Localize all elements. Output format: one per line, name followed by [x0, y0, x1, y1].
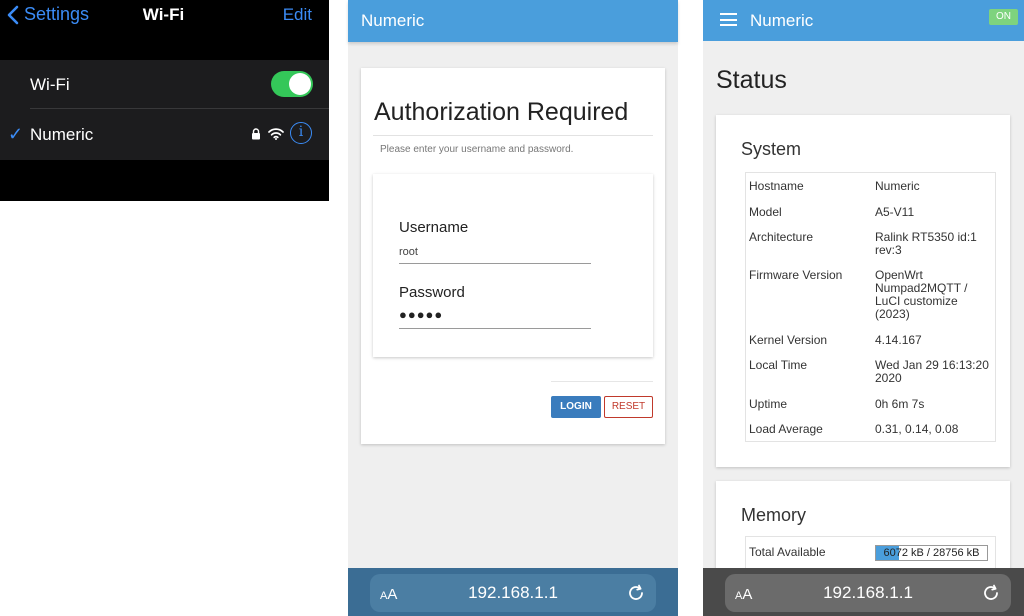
reload-icon[interactable]	[626, 583, 646, 603]
wifi-toggle[interactable]	[271, 71, 313, 97]
memory-progress-bar: 6072 kB / 28756 kB	[875, 545, 988, 561]
brand-title[interactable]: Numeric	[361, 11, 424, 31]
page-title: Authorization Required	[374, 98, 629, 126]
wifi-label: Wi-Fi	[30, 75, 70, 94]
address-bar[interactable]: AA 192.168.1.1	[370, 574, 656, 612]
credentials-form: Username root Password ●●●●●	[373, 174, 653, 357]
ios-wifi-settings: Settings Wi-Fi Edit Wi-Fi ✓ Numeric i	[0, 0, 329, 201]
login-card: Authorization Required Please enter your…	[361, 68, 665, 444]
divider	[373, 135, 653, 136]
network-name: Numeric	[30, 125, 94, 144]
address-bar[interactable]: AA 192.168.1.1	[725, 574, 1011, 612]
login-button[interactable]: LOGIN	[551, 396, 601, 418]
info-icon[interactable]: i	[290, 122, 312, 144]
checkmark-icon: ✓	[8, 124, 24, 144]
edit-button[interactable]: Edit	[283, 5, 312, 25]
page-title: Wi-Fi	[142, 5, 185, 24]
section-title: System	[741, 139, 802, 159]
section-title: Memory	[741, 505, 807, 525]
actions-divider	[551, 381, 653, 382]
network-row[interactable]: ✓ Numeric i	[0, 110, 329, 160]
reload-icon[interactable]	[981, 583, 1001, 603]
page-title: Status	[716, 66, 787, 94]
page-subtitle: Please enter your username and password.	[380, 144, 574, 155]
login-screen: Numeric Authorization Required Please en…	[348, 0, 678, 616]
memory-progress-label: 6072 kB / 28756 kB	[883, 547, 980, 559]
wifi-group: Wi-Fi ✓ Numeric i	[0, 60, 329, 160]
system-card: System Hostname Numeric Model A5-V11 Archi…	[716, 115, 1010, 467]
browser-toolbar: AA 192.168.1.1	[348, 568, 678, 616]
wifi-signal-icon	[268, 128, 284, 140]
wifi-toggle-row: Wi-Fi	[0, 60, 329, 110]
url-text: 192.168.1.1	[823, 583, 913, 602]
status-badge: ON	[989, 9, 1018, 25]
row-divider	[30, 108, 329, 109]
lock-icon	[252, 128, 260, 140]
nav-bar: Settings Wi-Fi Edit	[0, 0, 329, 32]
url-text: 192.168.1.1	[468, 583, 558, 602]
password-label: Password	[399, 284, 465, 301]
header-bar: Numeric ON	[703, 0, 1024, 41]
username-field[interactable]: root	[399, 246, 418, 258]
status-screen: Numeric ON Status System Hostname Numeric…	[703, 0, 1024, 616]
toggle-knob	[289, 73, 311, 95]
header-bar: Numeric	[348, 0, 678, 42]
password-field[interactable]: ●●●●●	[399, 307, 443, 322]
browser-toolbar: AA 192.168.1.1	[703, 568, 1024, 616]
screenshot-collage: Settings Wi-Fi Edit Wi-Fi ✓ Numeric i Nu…	[0, 0, 1024, 616]
password-underline	[399, 328, 591, 329]
username-label: Username	[399, 219, 469, 236]
reset-button[interactable]: RESET	[604, 396, 653, 418]
brand-title[interactable]: Numeric	[750, 11, 813, 31]
system-table: Hostname Numeric Model A5-V11 Architecture…	[745, 172, 996, 442]
menu-icon[interactable]	[720, 13, 737, 26]
username-underline	[399, 263, 591, 264]
